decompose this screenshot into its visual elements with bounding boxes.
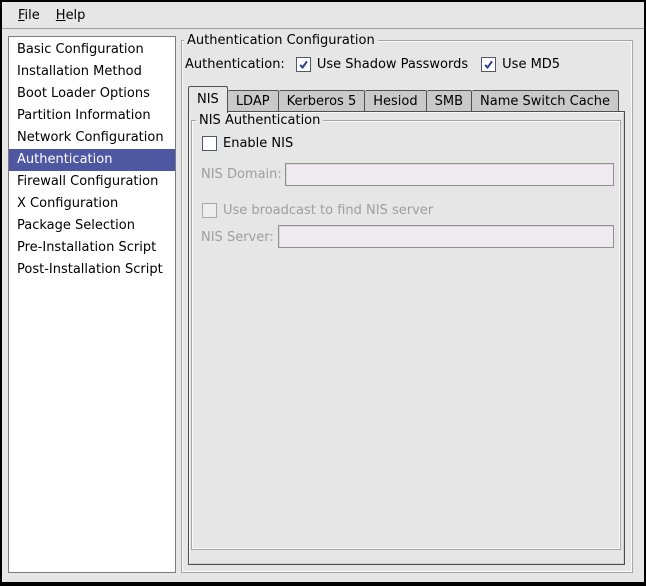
nis-server-label: NIS Server: xyxy=(201,230,274,245)
menu-file-rest: ile xyxy=(25,8,40,23)
nis-domain-label: NIS Domain: xyxy=(201,167,282,182)
use-shadow-passwords-label: Use Shadow Passwords xyxy=(317,57,468,72)
nis-authentication-frame: NIS Authentication Enable NIS NIS Domain… xyxy=(191,120,621,550)
nis-domain-input[interactable] xyxy=(285,163,614,186)
use-md5-label: Use MD5 xyxy=(502,57,560,72)
nis-server-input[interactable] xyxy=(278,225,614,248)
check-icon xyxy=(298,59,309,70)
menu-help[interactable]: Help xyxy=(48,4,94,27)
sidebar-item-network-configuration[interactable]: Network Configuration xyxy=(9,127,175,149)
tab-hesiod[interactable]: Hesiod xyxy=(365,90,426,112)
sidebar-item-partition-information[interactable]: Partition Information xyxy=(9,105,175,127)
category-list: Basic Configuration Installation Method … xyxy=(8,36,176,573)
authentication-options-row: Authentication: Use Shadow Passwords Use… xyxy=(185,56,560,72)
use-broadcast-checkbox[interactable] xyxy=(202,203,217,218)
use-md5-checkbox[interactable] xyxy=(481,57,496,72)
tab-name-switch-cache[interactable]: Name Switch Cache xyxy=(472,90,619,112)
sidebar-item-post-installation-script[interactable]: Post-Installation Script xyxy=(9,259,175,281)
authentication-label: Authentication: xyxy=(185,57,285,72)
enable-nis-checkbox[interactable] xyxy=(202,136,217,151)
sidebar-item-basic-configuration[interactable]: Basic Configuration xyxy=(9,39,175,61)
tab-nis[interactable]: NIS xyxy=(188,86,228,113)
nis-frame-title: NIS Authentication xyxy=(196,113,323,128)
sidebar-item-firewall-configuration[interactable]: Firewall Configuration xyxy=(9,171,175,193)
check-icon xyxy=(483,59,494,70)
use-shadow-passwords-checkbox[interactable] xyxy=(296,57,311,72)
tab-kerberos-5[interactable]: Kerberos 5 xyxy=(279,90,366,112)
sidebar-item-installation-method[interactable]: Installation Method xyxy=(9,61,175,83)
sidebar-item-pre-installation-script[interactable]: Pre-Installation Script xyxy=(9,237,175,259)
sidebar-item-x-configuration[interactable]: X Configuration xyxy=(9,193,175,215)
broadcast-row: Use broadcast to find NIS server xyxy=(202,203,433,218)
menu-file[interactable]: File xyxy=(10,4,48,27)
authentication-configuration-frame: Authentication Configuration Authenticat… xyxy=(181,40,633,573)
tab-smb[interactable]: SMB xyxy=(427,90,472,112)
tab-ldap[interactable]: LDAP xyxy=(228,90,279,112)
menu-help-mnemonic: H xyxy=(56,8,66,23)
use-broadcast-label: Use broadcast to find NIS server xyxy=(223,203,433,218)
enable-nis-label: Enable NIS xyxy=(223,136,293,151)
nis-tab-page: NIS Authentication Enable NIS NIS Domain… xyxy=(188,111,625,565)
menu-bar: File Help xyxy=(2,2,644,29)
sidebar-item-authentication[interactable]: Authentication xyxy=(9,149,175,171)
auth-tab-bar: NIS LDAP Kerberos 5 Hesiod SMB Name Swit… xyxy=(188,85,619,112)
enable-nis-row: Enable NIS xyxy=(202,136,293,151)
app-window: File Help Basic Configuration Installati… xyxy=(2,2,644,582)
menu-help-rest: elp xyxy=(66,8,86,23)
sidebar-item-boot-loader-options[interactable]: Boot Loader Options xyxy=(9,83,175,105)
sidebar-item-package-selection[interactable]: Package Selection xyxy=(9,215,175,237)
frame-title: Authentication Configuration xyxy=(184,33,378,48)
